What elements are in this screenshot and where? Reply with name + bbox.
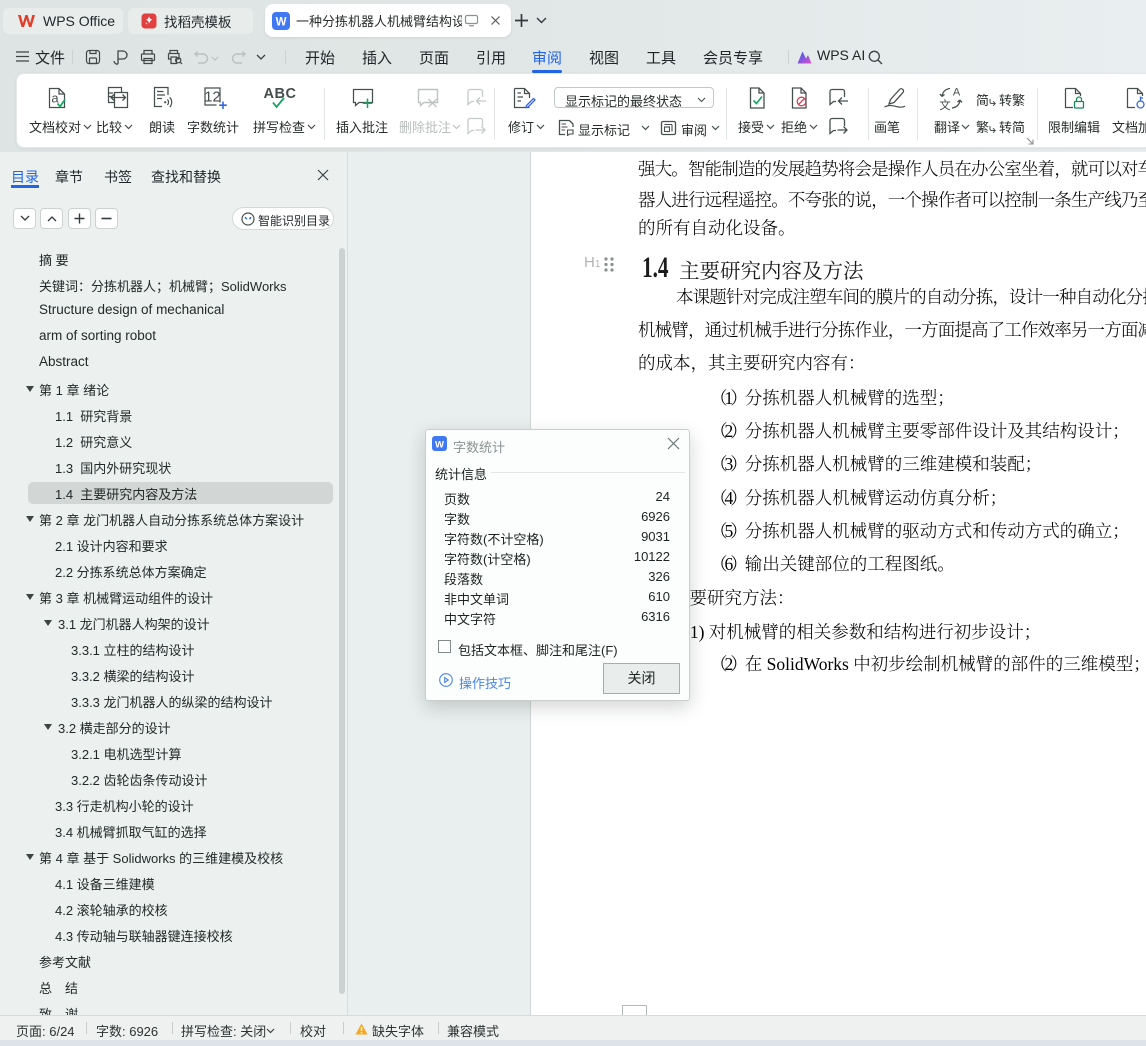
svg-text:12: 12 <box>204 90 220 106</box>
svg-text:W: W <box>276 16 287 28</box>
svg-text:A: A <box>953 87 961 99</box>
svg-text:W: W <box>435 439 444 450</box>
svg-text:ABC: ABC <box>264 86 297 102</box>
svg-text:文: 文 <box>939 98 951 111</box>
